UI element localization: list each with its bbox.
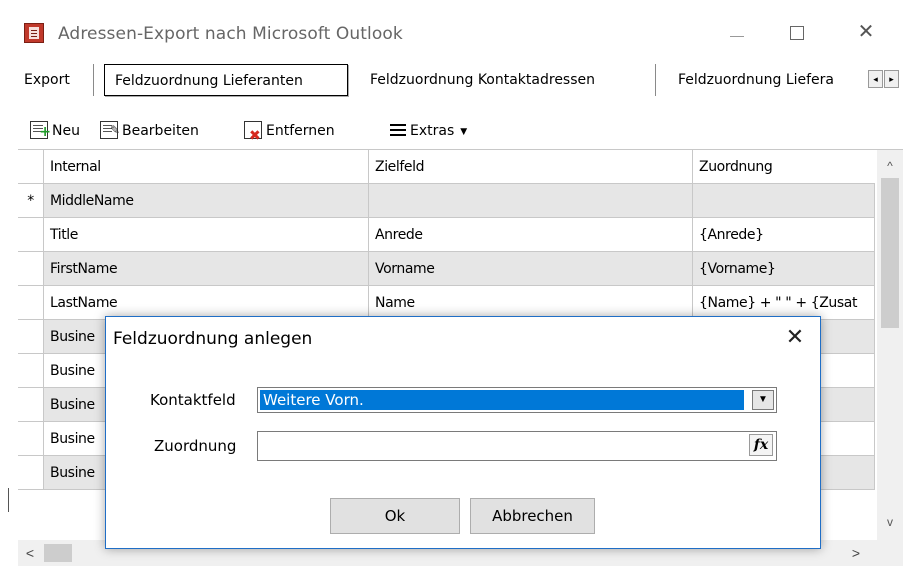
- new-row-marker: *: [18, 184, 44, 218]
- hamburger-menu-icon: [390, 123, 406, 137]
- outlook-export-window: Adressen-Export nach Microsoft Outlook ✕…: [0, 0, 903, 575]
- tab-bar: Export Feldzuordnung Lieferanten Feldzuo…: [0, 56, 903, 104]
- cell-zielfeld[interactable]: Vorname: [369, 252, 693, 286]
- row-selector-header: [18, 150, 44, 184]
- tab-export[interactable]: Export: [14, 64, 94, 96]
- cell-internal[interactable]: FirstName: [44, 252, 369, 286]
- cell-zielfeld[interactable]: [369, 184, 693, 218]
- row-selector[interactable]: [18, 354, 44, 388]
- scroll-right-icon[interactable]: >: [844, 540, 868, 566]
- kontaktfeld-selected-value[interactable]: Weitere Vorn.: [260, 390, 744, 410]
- edit-button-label: Bearbeiten: [122, 123, 199, 139]
- table-row[interactable]: FirstName Vorname {Vorname}: [18, 252, 875, 286]
- cell-zuordnung[interactable]: {Name} + " " + {Zusat: [693, 286, 875, 320]
- cell-zielfeld[interactable]: Name: [369, 286, 693, 320]
- zuordnung-label: Zuordnung: [154, 437, 237, 455]
- delete-record-icon: [244, 121, 262, 148]
- grid-header-row: Internal Zielfeld Zuordnung: [18, 150, 875, 184]
- cell-internal[interactable]: Title: [44, 218, 369, 252]
- chevron-down-icon[interactable]: ▼: [752, 390, 774, 410]
- scroll-left-icon[interactable]: <: [18, 540, 42, 566]
- chevron-down-icon: ▼: [460, 127, 468, 137]
- column-header-internal[interactable]: Internal: [44, 150, 369, 184]
- ok-button[interactable]: Ok: [330, 498, 460, 534]
- table-row[interactable]: * MiddleName: [18, 184, 875, 218]
- row-selector[interactable]: [18, 422, 44, 456]
- cell-zielfeld[interactable]: Anrede: [369, 218, 693, 252]
- window-title: Adressen-Export nach Microsoft Outlook: [58, 24, 403, 44]
- dialog-title: Feldzuordnung anlegen: [113, 329, 313, 349]
- delete-button-label: Entfernen: [266, 123, 335, 139]
- tab-scroll-left-button[interactable]: ◂: [868, 70, 883, 88]
- table-row[interactable]: LastName Name {Name} + " " + {Zusat: [18, 286, 875, 320]
- new-record-icon: [30, 120, 51, 144]
- row-selector[interactable]: [18, 456, 44, 490]
- row-selector[interactable]: [18, 218, 44, 252]
- tab-feldzuordnung-lieferanten[interactable]: Feldzuordnung Lieferanten: [104, 64, 348, 96]
- column-header-zielfeld[interactable]: Zielfeld: [369, 150, 693, 184]
- scroll-up-icon[interactable]: ^: [877, 154, 903, 178]
- dialog-close-button[interactable]: ✕: [782, 325, 808, 351]
- column-header-zuordnung[interactable]: Zuordnung: [693, 150, 875, 184]
- toolbar: Neu Bearbeiten Entfernen Extras ▼: [18, 113, 903, 149]
- edit-button[interactable]: Bearbeiten: [100, 118, 199, 143]
- cell-zuordnung[interactable]: [693, 184, 875, 218]
- new-button[interactable]: Neu: [30, 119, 80, 144]
- scroll-down-icon[interactable]: v: [877, 510, 903, 534]
- tab-feldzuordnung-kontaktadressen[interactable]: Feldzuordnung Kontaktadressen: [360, 64, 656, 96]
- vertical-scroll-thumb[interactable]: [881, 178, 899, 328]
- extras-menu-button[interactable]: Extras ▼: [390, 119, 467, 143]
- tab-feldzuordnung-liefera[interactable]: Feldzuordnung Liefera: [668, 64, 866, 96]
- row-selector[interactable]: [18, 286, 44, 320]
- delete-button[interactable]: Entfernen: [244, 119, 335, 148]
- kontaktfeld-select[interactable]: Weitere Vorn. ▼: [257, 387, 777, 413]
- row-selector[interactable]: [18, 252, 44, 286]
- new-button-label: Neu: [52, 123, 80, 139]
- window-edge-mark: [8, 488, 9, 512]
- extras-button-label: Extras: [410, 123, 455, 139]
- zuordnung-input[interactable]: [257, 431, 777, 461]
- horizontal-scroll-thumb[interactable]: [44, 544, 72, 562]
- title-bar: Adressen-Export nach Microsoft Outlook ✕: [0, 0, 903, 48]
- app-icon: [24, 23, 44, 43]
- minimize-button[interactable]: [730, 36, 744, 37]
- function-fx-button[interactable]: fx: [749, 434, 773, 456]
- cancel-button[interactable]: Abbrechen: [470, 498, 595, 534]
- row-selector[interactable]: [18, 320, 44, 354]
- cell-zuordnung[interactable]: {Vorname}: [693, 252, 875, 286]
- cell-internal[interactable]: MiddleName: [44, 184, 369, 218]
- cell-internal[interactable]: LastName: [44, 286, 369, 320]
- scrollbar-corner: [877, 540, 903, 566]
- vertical-scrollbar[interactable]: ^ v: [877, 150, 903, 540]
- maximize-button[interactable]: [790, 26, 804, 40]
- feldzuordnung-anlegen-dialog: Feldzuordnung anlegen ✕ Kontaktfeld Weit…: [105, 316, 821, 549]
- edit-record-icon: [100, 118, 120, 142]
- cell-zuordnung[interactable]: {Anrede}: [693, 218, 875, 252]
- row-selector[interactable]: [18, 388, 44, 422]
- tab-scroll-right-button[interactable]: ▸: [884, 70, 899, 88]
- close-window-button[interactable]: ✕: [855, 20, 877, 42]
- kontaktfeld-label: Kontaktfeld: [150, 391, 236, 409]
- table-row[interactable]: Title Anrede {Anrede}: [18, 218, 875, 252]
